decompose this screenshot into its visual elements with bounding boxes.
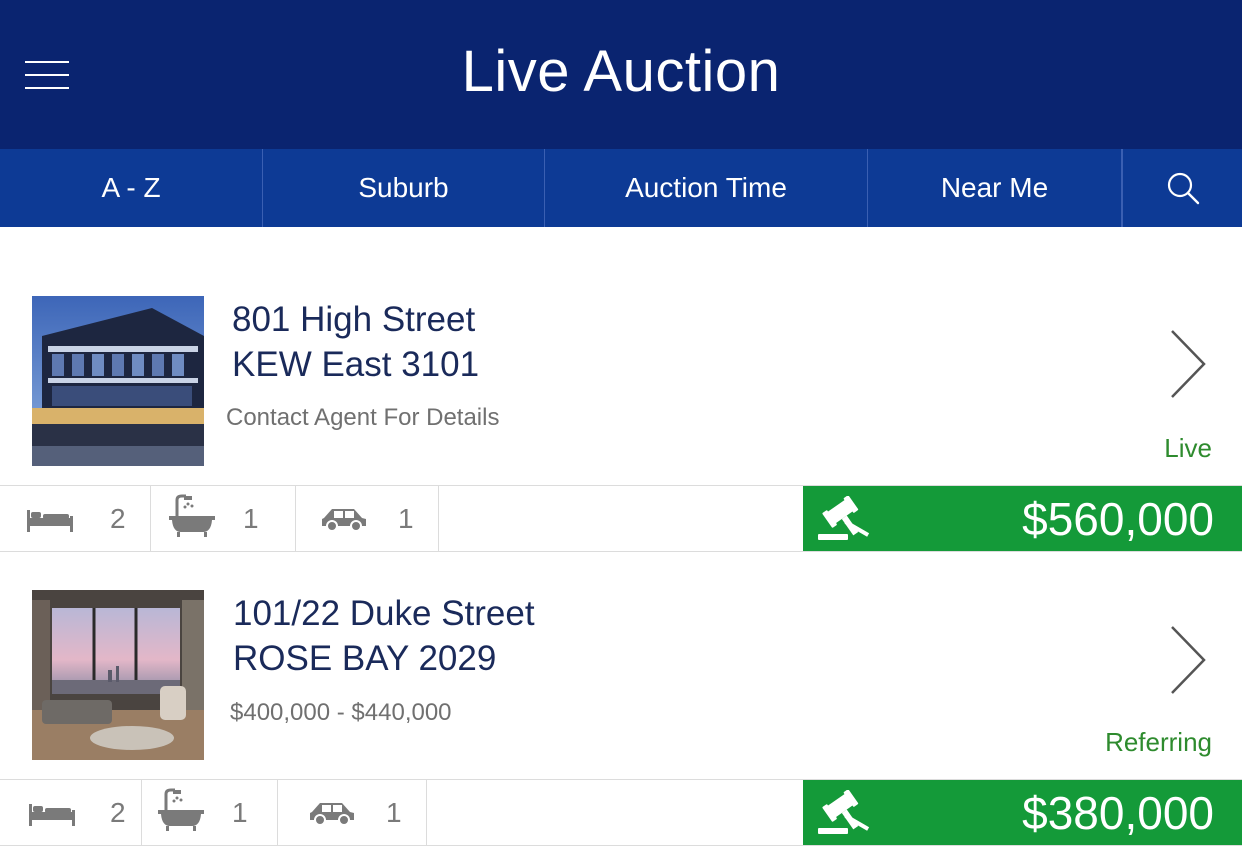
property-photo bbox=[32, 590, 204, 760]
bath-icon bbox=[158, 788, 204, 831]
baths-cell: 1 bbox=[151, 486, 296, 551]
cars-cell: 1 bbox=[278, 780, 427, 845]
search-icon bbox=[1167, 172, 1199, 205]
tab-auction-time[interactable]: Auction Time bbox=[545, 149, 868, 227]
beds-count: 2 bbox=[110, 503, 126, 534]
gavel-icon bbox=[818, 496, 870, 540]
baths-cell: 1 bbox=[142, 780, 278, 845]
car-icon bbox=[310, 803, 354, 826]
bath-icon bbox=[169, 494, 215, 537]
address-suburb: ROSE BAY 2029 bbox=[233, 639, 497, 678]
sort-filter-bar: A - Z Suburb Auction Time Near Me bbox=[0, 149, 1242, 227]
app-header: Live Auction bbox=[0, 0, 1242, 149]
property-address: 801 High Street KEW East 3101 bbox=[232, 297, 479, 387]
search-button[interactable] bbox=[1123, 149, 1242, 227]
property-photo bbox=[32, 296, 204, 466]
bid-amount: $380,000 bbox=[1022, 787, 1214, 839]
listing-card[interactable]: 801 High Street KEW East 3101 Contact Ag… bbox=[0, 227, 1242, 553]
cars-count: 1 bbox=[386, 797, 402, 828]
listing-card[interactable]: 101/22 Duke Street ROSE BAY 2029 $400,00… bbox=[0, 553, 1242, 847]
beds-cell: 2 bbox=[0, 486, 151, 551]
tab-near-me[interactable]: Near Me bbox=[868, 149, 1123, 227]
property-address: 101/22 Duke Street ROSE BAY 2029 bbox=[233, 591, 535, 681]
baths-count: 1 bbox=[243, 503, 259, 534]
baths-count: 1 bbox=[232, 797, 248, 828]
price-guide: $400,000 - $440,000 bbox=[230, 699, 452, 726]
chevron-right-icon[interactable] bbox=[1168, 329, 1208, 399]
status-badge: Referring bbox=[1105, 727, 1212, 757]
feature-row: 2 1 1 bbox=[0, 485, 1242, 552]
beds-cell: 2 bbox=[0, 780, 142, 845]
address-street: 801 High Street bbox=[232, 300, 476, 339]
status-badge: Live bbox=[1164, 433, 1212, 463]
bid-button[interactable]: $560,000 bbox=[803, 486, 1242, 551]
tab-a-z[interactable]: A - Z bbox=[0, 149, 263, 227]
car-icon bbox=[322, 509, 366, 532]
price-guide: Contact Agent For Details bbox=[226, 404, 500, 431]
gavel-icon bbox=[818, 790, 870, 834]
page-title: Live Auction bbox=[461, 39, 781, 104]
bid-amount: $560,000 bbox=[1022, 493, 1214, 545]
beds-count: 2 bbox=[110, 797, 126, 828]
address-street: 101/22 Duke Street bbox=[233, 594, 535, 633]
cars-count: 1 bbox=[398, 503, 414, 534]
feature-row: 2 1 1 bbox=[0, 779, 1242, 846]
bed-icon bbox=[27, 510, 73, 532]
tab-suburb[interactable]: Suburb bbox=[263, 149, 545, 227]
address-suburb: KEW East 3101 bbox=[232, 345, 480, 384]
cars-cell: 1 bbox=[296, 486, 439, 551]
bid-button[interactable]: $380,000 bbox=[803, 780, 1242, 845]
bed-icon bbox=[29, 804, 75, 826]
chevron-right-icon[interactable] bbox=[1168, 625, 1208, 695]
